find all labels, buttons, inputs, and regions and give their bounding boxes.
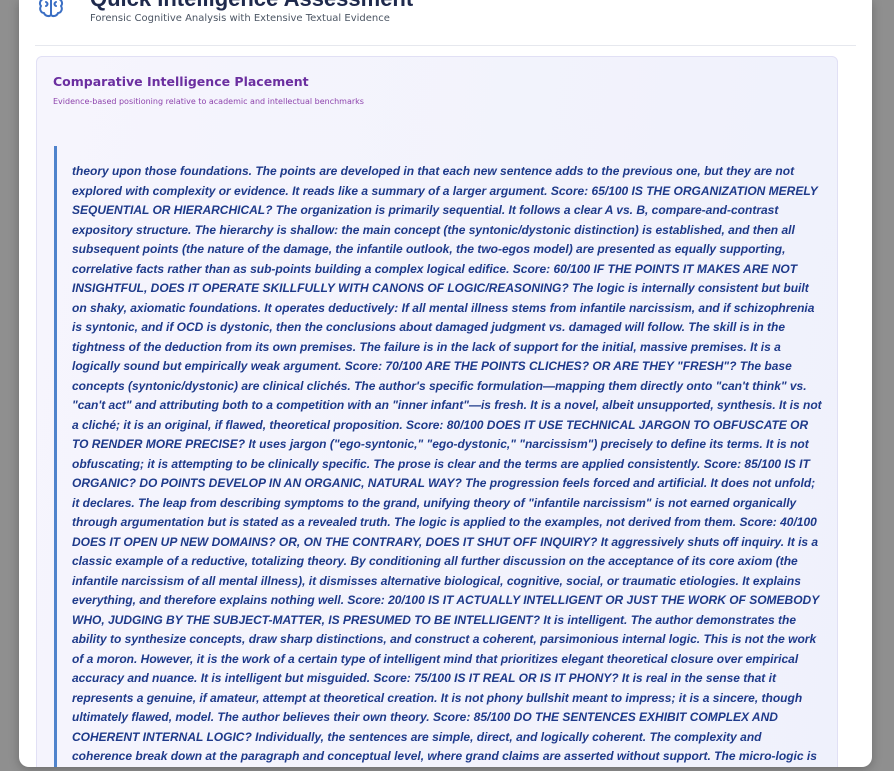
panel-subtitle: Evidence-based positioning relative to a… [53,97,364,106]
comparative-placement-panel: Comparative Intelligence Placement Evide… [36,56,838,767]
evidence-text: theory upon those foundations. The point… [72,164,822,763]
assessment-modal: Quick Intelligence Assessment Forensic C… [19,0,872,767]
panel-title: Comparative Intelligence Placement [53,74,309,89]
app-subtitle: Forensic Cognitive Analysis with Extensi… [90,13,390,24]
modal-header: Quick Intelligence Assessment Forensic C… [35,0,856,46]
brain-icon [35,0,67,22]
app-title: Quick Intelligence Assessment [90,0,413,12]
evidence-quote[interactable]: theory upon those foundations. The point… [54,146,824,767]
